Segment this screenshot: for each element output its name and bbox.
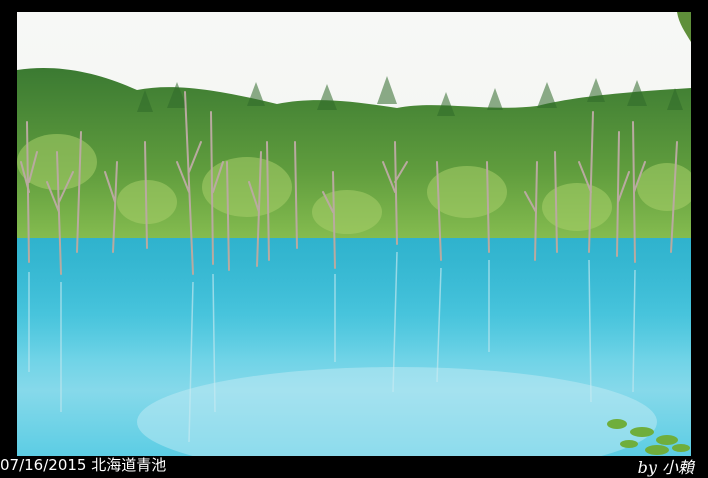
landscape-illustration [17, 12, 691, 456]
photo-caption: 07/16/2015 北海道青池 [0, 455, 168, 475]
caption-place: 北海道青池 [91, 456, 167, 474]
blue-pond-photo [17, 12, 691, 456]
caption-date: 07/16/2015 [0, 456, 87, 474]
photo-frame: 07/16/2015 北海道青池 by 小賴 [0, 0, 708, 477]
photo-credit: by 小賴 [637, 458, 694, 477]
